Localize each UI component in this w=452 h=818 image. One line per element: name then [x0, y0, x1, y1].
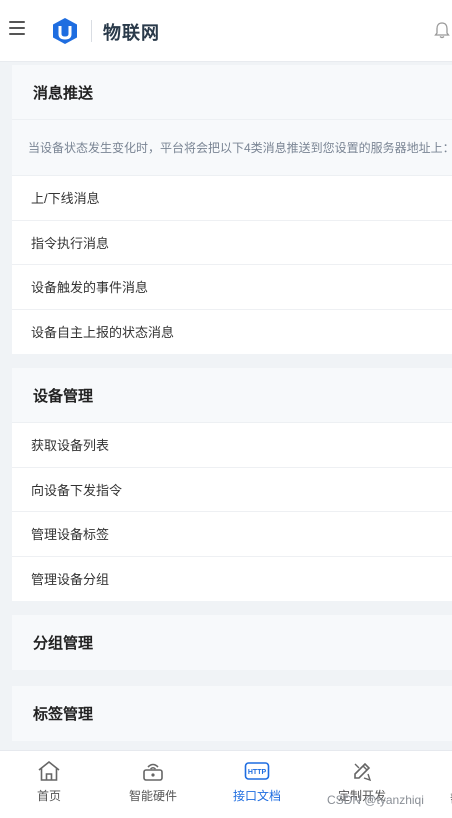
list-item[interactable]: 管理设备分组	[12, 557, 452, 602]
section-device-management: 设备管理 获取设备列表 向设备下发指令 管理设备标签 管理设备分组	[12, 368, 452, 601]
section-message-push: 消息推送 当设备状态发生变化时，平台将会把以下4类消息推送到您设置的服务器地址上…	[12, 65, 452, 354]
tab-partial[interactable]: 帮	[446, 759, 452, 807]
http-icon: HTTP	[244, 762, 270, 780]
main-content: 消息推送 当设备状态发生变化时，平台将会把以下4类消息推送到您设置的服务器地址上…	[0, 63, 452, 749]
section-title: 标签管理	[12, 686, 452, 741]
watermark: CSDN @tyanzhiqi	[327, 793, 424, 807]
app-title: 物联网	[103, 23, 160, 43]
menu-icon[interactable]	[9, 21, 25, 37]
pencil-ruler-icon	[354, 762, 372, 782]
tab-smart-hardware[interactable]: 智能硬件	[108, 759, 198, 804]
tab-label: 帮	[446, 790, 452, 807]
list-item[interactable]: 向设备下发指令	[12, 468, 452, 512]
list-item[interactable]: 上/下线消息	[12, 176, 452, 221]
bell-icon[interactable]	[433, 21, 451, 39]
http-icon-text: HTTP	[248, 769, 267, 776]
router-icon	[143, 763, 163, 781]
section-description: 当设备状态发生变化时，平台将会把以下4类消息推送到您设置的服务器地址上：	[12, 120, 452, 176]
tab-home[interactable]: 首页	[4, 759, 94, 804]
home-icon	[38, 760, 60, 781]
section-title: 消息推送	[12, 65, 452, 120]
bottom-tab-bar: 首页 智能硬件 HTTP 接口文档 定制开发 帮	[0, 750, 452, 818]
section-group-management[interactable]: 分组管理	[12, 615, 452, 670]
section-tag-management[interactable]: 标签管理	[12, 686, 452, 741]
section-title: 设备管理	[12, 368, 452, 423]
list-item[interactable]: 设备触发的事件消息	[12, 265, 452, 310]
tab-label: 接口文档	[232, 789, 281, 803]
list-item[interactable]: 获取设备列表	[12, 423, 452, 468]
list-item[interactable]: 指令执行消息	[12, 221, 452, 265]
tab-api-docs[interactable]: HTTP 接口文档	[212, 759, 302, 804]
section-title: 分组管理	[12, 615, 452, 670]
header-divider	[91, 20, 92, 42]
list-item[interactable]: 设备自主上报的状态消息	[12, 310, 452, 355]
tab-label: 智能硬件	[128, 789, 177, 803]
logo-icon	[53, 18, 77, 44]
list-item[interactable]: 管理设备标签	[12, 512, 452, 557]
tab-label: 首页	[36, 789, 61, 803]
app-header: 物联网	[0, 0, 452, 62]
